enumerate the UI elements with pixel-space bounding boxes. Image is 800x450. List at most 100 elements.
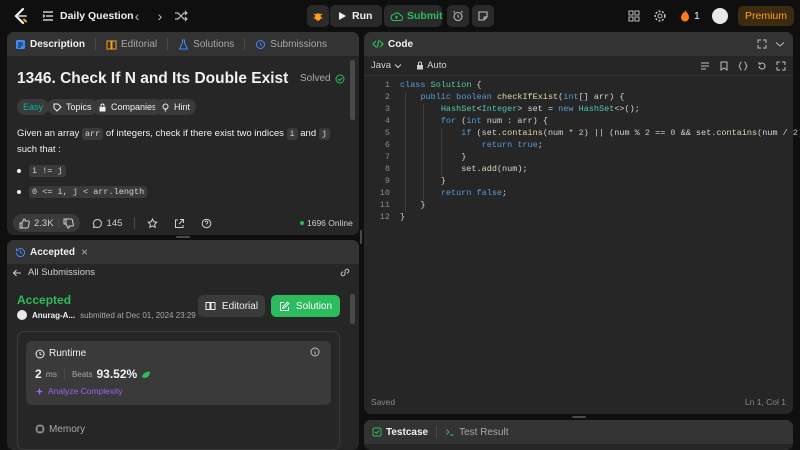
tab-editorial[interactable]: Editorial <box>106 39 157 50</box>
code-panel-header: Code <box>364 32 793 56</box>
tab-accepted[interactable]: Accepted <box>15 247 75 258</box>
tab-testcase[interactable]: Testcase <box>372 427 428 438</box>
format-lines-icon[interactable] <box>700 61 710 71</box>
comments-button[interactable]: 145 <box>88 218 127 229</box>
help-icon[interactable] <box>197 218 216 229</box>
tab-divider <box>244 38 246 50</box>
braces-icon[interactable] <box>738 61 748 71</box>
runtime-value-row: 2 ms Beats 93.52% <box>35 367 151 381</box>
language-select[interactable]: Java <box>371 60 402 71</box>
alarm-clock-icon <box>452 10 464 22</box>
all-submissions-link[interactable]: All Submissions <box>12 267 95 278</box>
problem-scrollbar[interactable] <box>350 60 355 120</box>
timer-button[interactable] <box>447 5 469 27</box>
console-resize-handle[interactable] <box>572 416 586 418</box>
constraint-code: 0 <= i, j < arr.length <box>29 186 148 198</box>
avatar[interactable] <box>712 8 728 24</box>
prev-question-button[interactable]: ‹ <box>129 8 145 24</box>
desc-text: such that : <box>17 144 61 155</box>
tab-solutions[interactable]: Solutions <box>178 39 234 50</box>
info-icon[interactable] <box>310 347 320 357</box>
line-number: 3 <box>384 104 390 114</box>
tab-code[interactable]: Code <box>372 39 413 50</box>
lock-icon <box>98 103 107 112</box>
layout-grid-icon[interactable] <box>627 9 641 23</box>
editor-toolbar: Java Auto <box>364 56 793 76</box>
solution-label: Solution <box>295 300 333 312</box>
thumbs-up-icon[interactable] <box>19 217 30 229</box>
submit-button[interactable]: Submit <box>384 5 443 27</box>
book-icon <box>205 301 216 311</box>
editorial-label: Editorial <box>221 300 259 312</box>
code-line: } <box>400 200 426 210</box>
line-number: 1 <box>384 80 390 90</box>
fullscreen-icon[interactable] <box>776 61 786 71</box>
tab-test-result[interactable]: Test Result <box>445 427 509 438</box>
code-editor[interactable]: 1 2 3 4 5 6 7 8 9 10 11 12 class Solutio… <box>364 80 800 390</box>
tab-code-label: Code <box>388 38 413 50</box>
auto-save-toggle[interactable]: Auto <box>416 60 447 71</box>
line-number: 7 <box>384 152 390 162</box>
streak-counter[interactable]: 1 <box>680 9 700 22</box>
online-count: 1696 Online <box>300 218 353 228</box>
star-icon[interactable] <box>143 217 162 229</box>
analyze-complexity-link[interactable]: Analyze Complexity <box>35 386 123 396</box>
share-icon[interactable] <box>170 218 189 229</box>
tag-icon <box>53 103 62 112</box>
premium-button[interactable]: Premium <box>738 6 794 26</box>
daily-question-link[interactable]: Daily Question <box>42 8 134 24</box>
play-icon <box>338 11 347 21</box>
notes-button[interactable] <box>472 5 494 27</box>
thumbs-down-icon[interactable] <box>63 218 74 229</box>
runtime-unit: ms <box>45 369 58 379</box>
like-divider <box>57 218 59 228</box>
check-circle-icon <box>335 74 345 84</box>
link-icon[interactable] <box>339 267 351 278</box>
vertical-resize-handle[interactable] <box>176 236 190 238</box>
close-tab-icon[interactable]: × <box>81 245 88 259</box>
comment-count: 145 <box>106 217 123 229</box>
solution-button[interactable]: Solution <box>271 295 340 317</box>
line-number: 4 <box>384 116 390 126</box>
username[interactable]: Anurag-A... <box>32 311 75 320</box>
constraint-code: i != j <box>29 165 66 177</box>
runtime-label: Runtime <box>49 348 87 359</box>
line-number: 2 <box>384 92 390 102</box>
top-bar: Daily Question ‹ › Run Submit 1 Premium <box>0 0 800 32</box>
memory-card[interactable]: Memory <box>26 414 331 444</box>
online-dot <box>300 221 304 225</box>
editorial-button[interactable]: Editorial <box>198 295 265 317</box>
code-line: } <box>400 152 467 162</box>
run-button[interactable]: Run <box>330 5 382 27</box>
line-number: 5 <box>384 128 390 138</box>
code-line: set.add(num); <box>400 164 528 174</box>
tab-submissions[interactable]: Submissions <box>255 39 327 50</box>
line-number: 8 <box>384 164 390 174</box>
topics-tag[interactable]: Topics <box>47 99 98 115</box>
tab-description[interactable]: Description <box>15 39 85 50</box>
settings-gear-icon[interactable] <box>653 9 667 23</box>
flask-icon <box>178 39 189 50</box>
submission-scrollbar[interactable] <box>350 294 355 324</box>
all-submissions-label: All Submissions <box>28 267 96 278</box>
reset-icon[interactable] <box>757 61 767 71</box>
note-icon <box>477 10 489 22</box>
run-label: Run <box>352 10 373 22</box>
shuffle-icon[interactable] <box>174 9 188 23</box>
maximize-icon[interactable] <box>757 39 767 49</box>
chevron-down-icon <box>394 62 402 70</box>
runtime-card[interactable]: Runtime 2 ms Beats 93.52% Analyze Comple… <box>26 341 331 405</box>
line-number: 6 <box>384 140 390 150</box>
horizontal-resize-handle[interactable] <box>360 230 362 244</box>
debug-button[interactable] <box>307 5 329 27</box>
problem-tabs: Description Editorial Solutions Submissi… <box>7 32 359 56</box>
hint-tag[interactable]: Hint <box>155 99 197 115</box>
companies-tag[interactable]: Companies <box>92 99 163 115</box>
collapse-icon[interactable] <box>775 39 785 49</box>
next-question-button[interactable]: › <box>152 8 168 24</box>
desc-code: arr <box>81 128 104 140</box>
history-icon <box>255 39 266 50</box>
bookmark-icon[interactable] <box>719 61 729 71</box>
leetcode-logo[interactable] <box>12 7 30 25</box>
panel-window-controls <box>757 39 785 49</box>
